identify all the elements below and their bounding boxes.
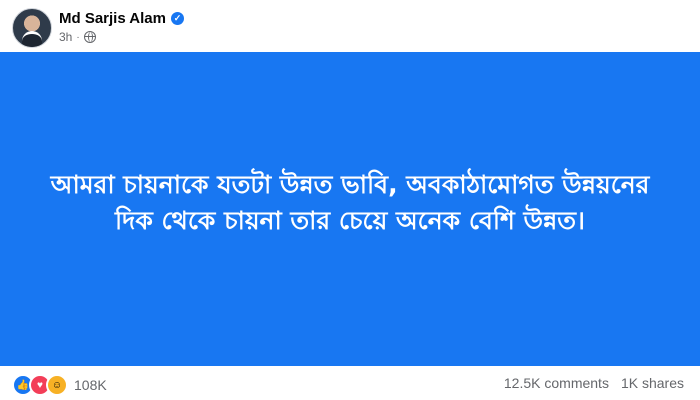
author-name[interactable]: Md Sarjis Alam bbox=[59, 10, 166, 27]
post-time[interactable]: 3h bbox=[59, 30, 72, 44]
verified-badge-icon: ✓ bbox=[170, 12, 184, 25]
shares-count-link[interactable]: 1K shares bbox=[621, 375, 684, 391]
reaction-summary[interactable]: 👍 ♥ ☺ 108K bbox=[12, 374, 107, 396]
haha-icon: ☺ bbox=[46, 374, 68, 396]
post-header: Md Sarjis Alam ✓ 3h · bbox=[0, 0, 700, 52]
avatar[interactable] bbox=[12, 8, 52, 48]
author-row: Md Sarjis Alam ✓ bbox=[59, 10, 184, 27]
reaction-count: 108K bbox=[74, 377, 107, 393]
post-text-card[interactable]: আমরা চায়নাকে যতটা উন্নত ভাবি, অবকাঠামোগ… bbox=[0, 52, 700, 366]
post-stats: 12.5K comments 1K shares bbox=[504, 375, 684, 391]
comments-count-link[interactable]: 12.5K comments bbox=[504, 375, 609, 391]
post-text: আমরা চায়নাকে যতটা উন্নত ভাবি, অবকাঠামোগ… bbox=[40, 167, 660, 240]
meta-separator: · bbox=[76, 31, 80, 43]
post-footer: 👍 ♥ ☺ 108K 12.5K comments 1K shares bbox=[0, 366, 700, 400]
post-meta: 3h · bbox=[59, 30, 96, 44]
post-text-line-2: দিক থেকে চায়না তার চেয়ে অনেক বেশি উন্ন… bbox=[115, 206, 585, 235]
post-text-line-1: আমরা চায়নাকে যতটা উন্নত ভাবি, অবকাঠামোগ… bbox=[50, 169, 650, 199]
globe-icon bbox=[83, 31, 96, 43]
